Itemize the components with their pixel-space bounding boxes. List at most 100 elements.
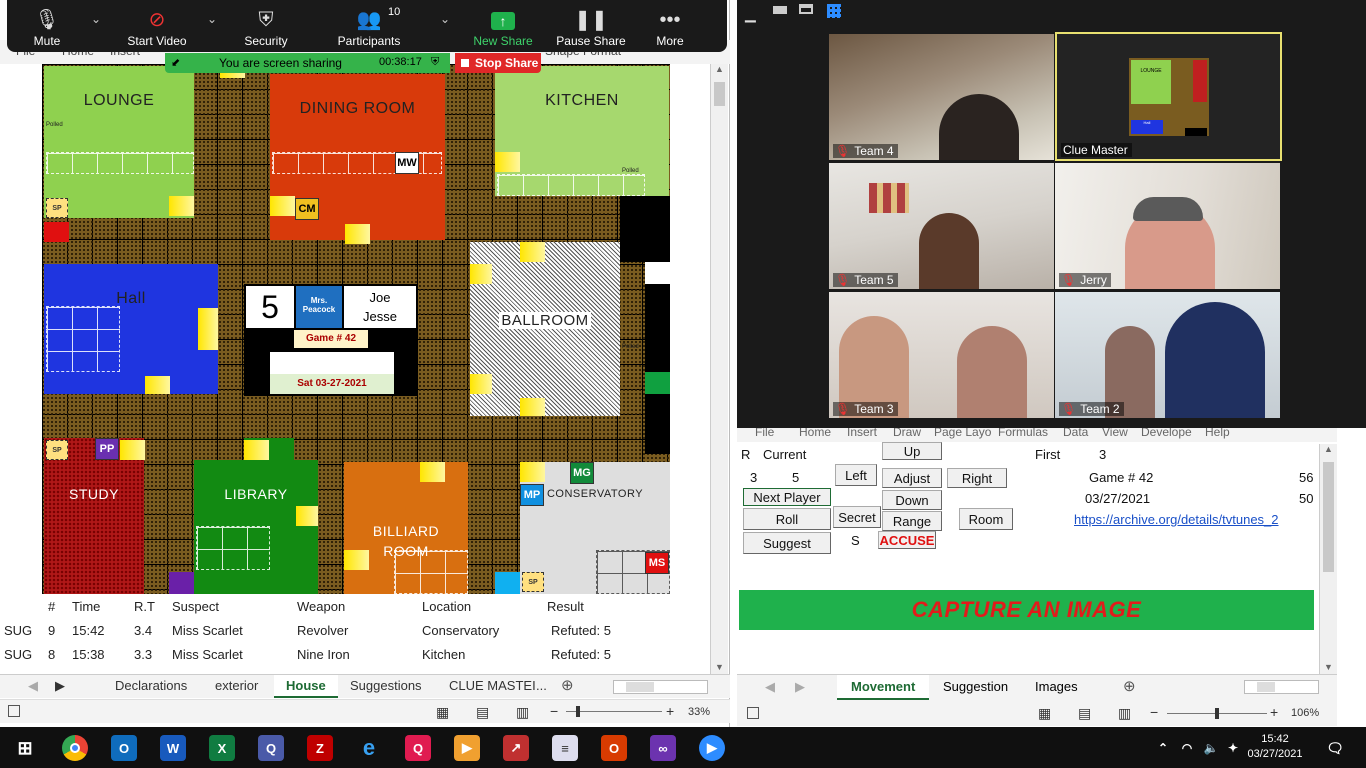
security-button[interactable]: ⛨ Security: [226, 6, 306, 48]
video-tile-team-3[interactable]: 🎙 Team 3: [829, 292, 1054, 418]
zoom-out-icon[interactable]: −: [550, 703, 558, 719]
rmacro-record-icon[interactable]: [747, 707, 759, 719]
rzoom-out-icon[interactable]: −: [1150, 704, 1158, 720]
suggest-button[interactable]: Suggest: [743, 532, 831, 554]
speaker-view-icon[interactable]: [773, 6, 787, 14]
rscroll-up-arrow-icon[interactable]: ▲: [1320, 444, 1337, 454]
word-icon[interactable]: W: [160, 735, 186, 761]
notifications-icon[interactable]: 🗨: [1322, 735, 1348, 761]
token-sp-1[interactable]: SP: [46, 198, 68, 218]
zoom-slider[interactable]: [566, 706, 662, 717]
pause-share-button[interactable]: ❚❚ Pause Share: [551, 6, 631, 48]
page-layout-icon[interactable]: ▤: [476, 704, 489, 721]
new-share-button[interactable]: ↑ New Share: [463, 6, 543, 48]
network-icon[interactable]: ◠: [1174, 735, 1200, 761]
thumbnail-view-icon[interactable]: [799, 4, 813, 14]
show-hidden-icons-icon[interactable]: ⌃: [1150, 735, 1176, 761]
chrome-icon[interactable]: [62, 735, 88, 761]
video-tile-team-5[interactable]: 🎙 Team 5: [829, 163, 1054, 289]
rmenu-data[interactable]: Data: [1063, 428, 1088, 439]
zoom-in-icon[interactable]: +: [666, 703, 674, 719]
system-clock[interactable]: 15:42 03/27/2021: [1240, 732, 1310, 762]
up-button[interactable]: Up: [882, 442, 942, 460]
room-ballroom[interactable]: BALLROOM: [470, 242, 620, 416]
video-tile-clue-master[interactable]: LOUNGE Hall Clue Master: [1055, 32, 1282, 161]
chart-app-icon[interactable]: ↗: [503, 735, 529, 761]
mute-button[interactable]: 🎙 Mute: [7, 6, 87, 48]
rzoom-in-icon[interactable]: +: [1270, 704, 1278, 720]
adjust-button[interactable]: Adjust: [882, 468, 942, 488]
office-icon[interactable]: O: [601, 735, 627, 761]
participants-chevron-icon[interactable]: ⌄: [440, 12, 450, 26]
left-button[interactable]: Left: [835, 464, 877, 486]
capture-image-button[interactable]: CAPTURE AN IMAGE: [739, 590, 1314, 630]
rnormal-view-icon[interactable]: ▦: [1038, 705, 1051, 722]
tab-nav-left-icon[interactable]: ◀: [28, 678, 38, 694]
rzoom-slider-thumb[interactable]: [1215, 708, 1219, 719]
rmenu-view[interactable]: View: [1102, 428, 1128, 439]
stop-share-button[interactable]: Stop Share: [455, 53, 541, 73]
rhscroll-thumb[interactable]: [1257, 682, 1275, 692]
media-player-icon[interactable]: ▶: [454, 735, 480, 761]
token-mg[interactable]: MG: [570, 462, 594, 484]
rscroll-thumb[interactable]: [1323, 462, 1334, 572]
tab-house[interactable]: House: [274, 675, 338, 698]
zoom-slider-thumb[interactable]: [576, 706, 580, 717]
tab-suggestion[interactable]: Suggestion: [943, 679, 1008, 694]
token-mp[interactable]: MP: [520, 484, 544, 506]
token-ms[interactable]: MS: [645, 552, 669, 574]
zoom-level[interactable]: 33%: [688, 706, 710, 718]
down-button[interactable]: Down: [882, 490, 942, 510]
accuse-button[interactable]: ACCUSE: [878, 531, 936, 549]
rmenu-file[interactable]: File: [755, 428, 774, 439]
windows-start-icon[interactable]: ⊞: [12, 735, 38, 761]
query-tool-icon[interactable]: Q: [258, 735, 284, 761]
right-hscroll[interactable]: [1244, 680, 1319, 694]
token-pp[interactable]: PP: [95, 438, 119, 460]
tab-suggestions[interactable]: Suggestions: [350, 678, 422, 693]
rscroll-down-arrow-icon[interactable]: ▼: [1320, 662, 1337, 672]
tab-images[interactable]: Images: [1035, 679, 1078, 694]
excel-icon[interactable]: X: [209, 735, 235, 761]
visual-studio-icon[interactable]: ∞: [650, 735, 676, 761]
scroll-thumb[interactable]: [714, 82, 725, 106]
hscroll-thumb[interactable]: [626, 682, 654, 692]
room-button[interactable]: Room: [959, 508, 1013, 530]
roll-button[interactable]: Roll: [743, 508, 831, 530]
tab-nav-right-icon[interactable]: ▶: [55, 678, 65, 694]
notepad-icon[interactable]: ≡: [552, 735, 578, 761]
qlik-icon[interactable]: Q: [405, 735, 431, 761]
macro-record-icon[interactable]: [8, 705, 20, 717]
filezilla-icon[interactable]: Z: [307, 735, 333, 761]
normal-view-icon[interactable]: ▦: [436, 704, 449, 721]
tab-exterior[interactable]: exterior: [215, 678, 258, 693]
video-tile-team-4[interactable]: 🎙 Team 4: [829, 34, 1054, 160]
token-cm[interactable]: CM: [295, 198, 319, 220]
tab-declarations[interactable]: Declarations: [115, 678, 187, 693]
more-button[interactable]: ••• More: [630, 6, 710, 48]
rtab-nav-left-icon[interactable]: ◀: [765, 679, 775, 695]
left-vertical-scrollbar[interactable]: ▲ ▼: [710, 64, 728, 674]
outlook-icon[interactable]: O: [111, 735, 137, 761]
room-study[interactable]: STUDY: [44, 438, 144, 594]
next-player-button[interactable]: Next Player: [743, 488, 831, 506]
mute-options-chevron-icon[interactable]: ⌄: [91, 12, 101, 26]
video-tile-team-2[interactable]: 🎙 Team 2: [1055, 292, 1280, 418]
zoom-app-icon[interactable]: ▶: [699, 735, 725, 761]
rmenu-help[interactable]: Help: [1205, 428, 1230, 439]
left-hscroll[interactable]: [613, 680, 708, 694]
rpage-break-icon[interactable]: ▥: [1118, 705, 1131, 722]
rpage-layout-icon[interactable]: ▤: [1078, 705, 1091, 722]
start-video-button[interactable]: ⊘ Start Video: [117, 6, 197, 48]
cell-archive-link[interactable]: https://archive.org/details/tvtunes_2: [1074, 512, 1314, 527]
right-button[interactable]: Right: [947, 468, 1007, 488]
range-button[interactable]: Range: [882, 511, 942, 531]
minimize-icon[interactable]: ▁: [745, 6, 756, 23]
rmenu-home[interactable]: Home: [799, 428, 831, 439]
rzoom-slider[interactable]: [1167, 708, 1267, 719]
rmenu-developer[interactable]: Develope: [1141, 428, 1192, 439]
screen-sharing-banner[interactable]: ⬋ You are screen sharing 00:38:17 ⛨: [165, 53, 450, 73]
page-break-icon[interactable]: ▥: [516, 704, 529, 721]
gallery-view-icon[interactable]: [827, 4, 841, 18]
token-sp-3[interactable]: SP: [522, 572, 544, 592]
